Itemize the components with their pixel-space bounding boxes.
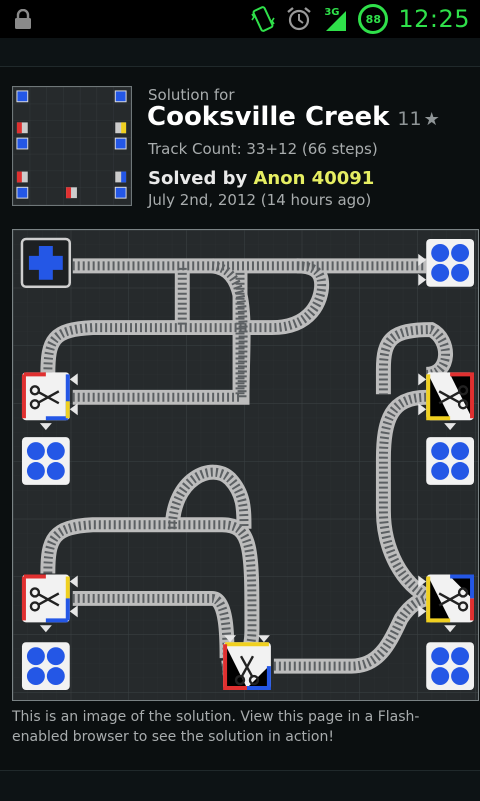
alarm-icon (287, 7, 312, 31)
clock: 12:25 (398, 5, 470, 33)
battery-icon: 88 (358, 4, 389, 34)
solution-caption: This is an image of the solution. View t… (12, 709, 420, 745)
lock-icon (15, 9, 31, 29)
level-title: Cooksville Creek (147, 102, 390, 132)
start-station (20, 237, 72, 289)
vibrate-icon (251, 6, 275, 32)
destination-station (21, 437, 70, 485)
splitter (223, 642, 271, 691)
destination-station (426, 642, 475, 691)
top-band (0, 38, 480, 67)
splitter (21, 574, 70, 623)
splitter (426, 574, 475, 623)
star-count: 11 ★ (397, 108, 439, 130)
solved-by-label: Solved by (148, 168, 254, 189)
star-icon: ★ (423, 109, 440, 130)
splitter (426, 372, 475, 421)
title-row: Cooksville Creek 11 ★ (147, 102, 440, 132)
status-bar: 3G 88 12:25 (0, 0, 480, 38)
solution-board (12, 229, 479, 701)
solution-thumbnail[interactable] (12, 86, 132, 206)
star-count-value: 11 (397, 108, 422, 130)
track-count: Track Count: 33+12 (66 steps) (148, 140, 378, 158)
destination-station (426, 238, 475, 287)
solver-name[interactable]: Anon 40091 (253, 168, 374, 189)
destination-station (426, 437, 475, 485)
destination-station (21, 642, 70, 691)
signal-icon: 3G (322, 5, 348, 33)
solved-by: Solved by Anon 40091 (148, 168, 374, 189)
bottom-band (0, 770, 480, 801)
solved-date: July 2nd, 2012 (14 hours ago) (148, 191, 372, 209)
battery-level: 88 (365, 12, 381, 26)
splitter (21, 372, 70, 421)
